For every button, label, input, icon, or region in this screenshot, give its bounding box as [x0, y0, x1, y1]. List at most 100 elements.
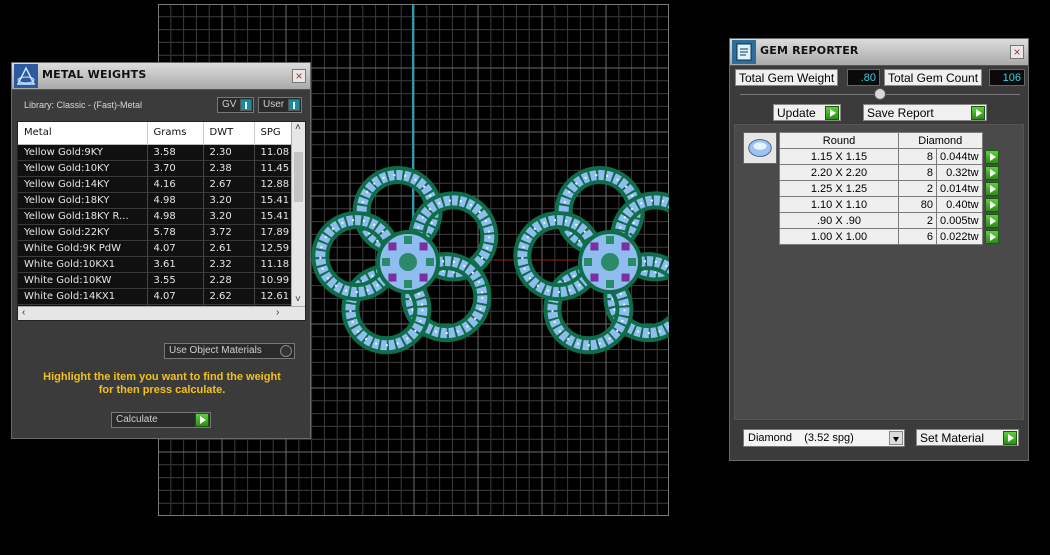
metal-row[interactable]: Yellow Gold:10KY 3.70 2.38 11.45 [18, 160, 295, 177]
gem-row-select-button[interactable] [982, 197, 1000, 213]
metal-cell-dwt: 2.61 [203, 240, 255, 257]
user-label: User [263, 99, 285, 110]
gem-row[interactable]: 2.20 X 2.20 8 0.32tw [779, 164, 1001, 181]
gem-table-header: Round Diamond [779, 132, 1001, 149]
metal-row[interactable]: White Gold:10KW 3.55 2.28 10.99 [18, 272, 295, 289]
gem-row[interactable]: .90 X .90 2 0.005tw [779, 212, 1001, 229]
scroll-left-icon[interactable]: ‹ [22, 307, 25, 318]
metal-row[interactable]: Yellow Gold:14KY 4.16 2.67 12.88 [18, 176, 295, 193]
col-spg-header[interactable]: SPG [254, 122, 295, 145]
metal-weights-titlebar[interactable]: METAL WEIGHTS × [12, 63, 310, 90]
metal-row[interactable]: White Gold:9K PdW 4.07 2.61 12.59 [18, 240, 295, 257]
metal-cell-metal: Yellow Gold:22KY [18, 224, 148, 241]
metal-row[interactable]: White Gold:10KX1 3.61 2.32 11.18 [18, 256, 295, 273]
gem-cell-weight: 0.044tw [936, 148, 983, 165]
metal-cell-spg: 12.61 [254, 288, 295, 305]
gem-table[interactable]: Round Diamond 1.15 X 1.15 8 0.044tw 2.20 X … [779, 132, 1001, 245]
metal-row[interactable]: Yellow Gold:9KY 3.58 2.30 11.08 [18, 144, 295, 161]
gem-row[interactable]: 1.00 X 1.00 6 0.022tw [779, 228, 1001, 245]
gem-cell-weight: 0.40tw [936, 196, 983, 213]
update-label: Update [777, 106, 816, 120]
gem-row[interactable]: 1.15 X 1.15 8 0.044tw [779, 148, 1001, 165]
scrollbar-thumb[interactable] [294, 152, 303, 202]
gv-toggle[interactable]: GV [217, 97, 254, 113]
save-report-button[interactable]: Save Report [863, 104, 987, 121]
gem-row[interactable]: 1.25 X 1.25 2 0.014tw [779, 180, 1001, 197]
metal-table[interactable]: Metal Grams DWT SPG Yellow Gold:9KY 3.58 2… [17, 121, 306, 321]
matrix-logo-icon [14, 64, 38, 88]
metal-cell-metal: White Gold:14KX1 [18, 288, 148, 305]
metal-cell-metal: Yellow Gold:10KY [18, 160, 148, 177]
gem-reporter-titlebar[interactable]: GEM REPORTER × [730, 39, 1028, 66]
metal-row[interactable]: Yellow Gold:18KY R... 4.98 3.20 15.41 [18, 208, 295, 225]
gem-row-select-button[interactable] [982, 149, 1000, 165]
close-button[interactable]: × [292, 69, 306, 83]
instruction-line-1: Highlight the item you want to find the … [43, 371, 281, 383]
metal-cell-grams: 3.58 [147, 144, 204, 161]
scroll-up-icon[interactable]: ˄ [295, 122, 301, 133]
update-button[interactable]: Update [773, 104, 841, 121]
table-header-row: Metal Grams DWT SPG [18, 122, 295, 145]
dropdown-arrow-icon[interactable] [889, 431, 903, 445]
metal-grid: Metal Grams DWT SPG Yellow Gold:9KY 3.58 2… [18, 122, 295, 320]
set-material-label: Set Material [920, 431, 985, 445]
gem-cell-size: 1.10 X 1.10 [779, 196, 899, 213]
play-arrow-icon [984, 213, 999, 228]
metal-cell-spg: 12.59 [254, 240, 295, 257]
gem-cell-count: 8 [898, 164, 937, 181]
metal-cell-dwt: 3.20 [203, 208, 255, 225]
metal-row[interactable]: Yellow Gold:22KY 5.78 3.72 17.89 [18, 224, 295, 241]
metal-cell-dwt: 2.67 [203, 176, 255, 193]
user-toggle[interactable]: User [258, 97, 302, 113]
use-object-materials-toggle[interactable]: Use Object Materials [164, 343, 295, 359]
gem-reporter-window: GEM REPORTER × Total Gem Weight .80 Tota… [729, 38, 1029, 461]
gem-cell-size: 2.20 X 2.20 [779, 164, 899, 181]
metal-cell-spg: 15.41 [254, 208, 295, 225]
gem-row-select-button[interactable] [982, 181, 1000, 197]
material-header: Diamond [898, 132, 983, 149]
calculate-button[interactable]: Calculate [111, 412, 211, 428]
material-select[interactable]: Diamond (3.52 spg) [743, 429, 905, 447]
metal-cell-dwt: 3.20 [203, 192, 255, 209]
metal-cell-spg: 12.88 [254, 176, 295, 193]
metal-row[interactable]: Yellow Gold:18KY 4.98 3.20 15.41 [18, 192, 295, 209]
horizontal-scrollbar[interactable]: ‹ › [18, 306, 305, 320]
metal-cell-grams: 3.61 [147, 256, 204, 273]
gem-row[interactable]: 1.10 X 1.10 80 0.40tw [779, 196, 1001, 213]
close-button[interactable]: × [1010, 45, 1024, 59]
metal-cell-dwt: 2.32 [203, 256, 255, 273]
instruction-line-2: for then press calculate. [98, 384, 226, 396]
gem-row-select-button[interactable] [982, 213, 1000, 229]
round-diamond-icon [743, 132, 777, 164]
metal-row[interactable]: White Gold:14KX1 4.07 2.62 12.61 [18, 288, 295, 305]
gem-list-panel: Round Diamond 1.15 X 1.15 8 0.044tw 2.20 X … [734, 124, 1024, 420]
gem-cell-size: 1.15 X 1.15 [779, 148, 899, 165]
gv-label: GV [222, 99, 237, 110]
play-arrow-icon [825, 106, 839, 120]
col-dwt-header[interactable]: DWT [203, 122, 255, 145]
gv-indicator-icon [240, 99, 252, 111]
metal-cell-dwt: 2.30 [203, 144, 255, 161]
gem-cell-size: .90 X .90 [779, 212, 899, 229]
total-gem-weight-value: .80 [847, 69, 880, 86]
metal-cell-metal: White Gold:10KX1 [18, 256, 148, 273]
gem-cell-size: 1.00 X 1.00 [779, 228, 899, 245]
user-indicator-icon [288, 99, 300, 111]
window-title: GEM REPORTER [760, 44, 859, 57]
scroll-down-icon[interactable]: ˅ [295, 294, 301, 305]
play-arrow-icon [1003, 431, 1017, 445]
metal-cell-spg: 11.18 [254, 256, 295, 273]
splitter-handle-icon[interactable] [874, 88, 886, 100]
gem-row-select-button[interactable] [982, 229, 1000, 245]
scroll-right-icon[interactable]: › [276, 307, 279, 318]
vertical-scrollbar[interactable]: ˄ ˅ [291, 122, 305, 308]
play-arrow-icon [971, 106, 985, 120]
gem-cell-count: 2 [898, 180, 937, 197]
col-metal-header[interactable]: Metal [18, 122, 148, 145]
metal-cell-metal: Yellow Gold:18KY R... [18, 208, 148, 225]
metal-cell-grams: 3.70 [147, 160, 204, 177]
gem-row-select-button[interactable] [982, 165, 1000, 181]
play-arrow-icon [984, 229, 999, 244]
col-grams-header[interactable]: Grams [147, 122, 204, 145]
set-material-button[interactable]: Set Material [916, 429, 1019, 446]
